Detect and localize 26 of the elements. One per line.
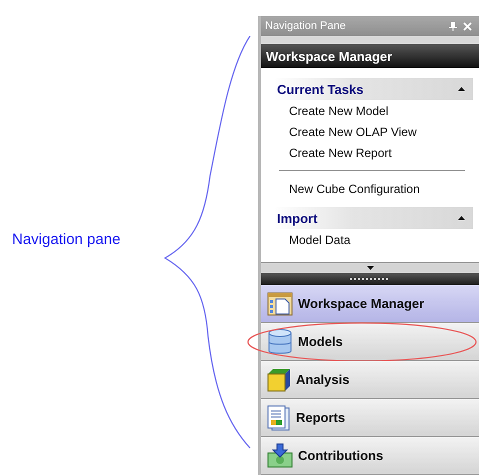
task-link[interactable]: Create New Model [273,100,473,121]
window-document-icon [267,290,293,316]
expand-caret-icon [366,266,374,270]
pane-title: Navigation Pane [265,20,347,32]
pane-splitter[interactable] [261,273,479,285]
annotation-label: Navigation pane [12,231,120,248]
scroll-down-button[interactable] [261,262,479,273]
task-link[interactable]: Create New Report [273,142,473,163]
pin-button[interactable] [446,22,460,30]
task-link[interactable]: Model Data [273,229,473,250]
nav-button[interactable]: Models [261,323,479,361]
workspace-header: Workspace Manager [261,44,479,68]
nav-button[interactable]: Contributions [261,437,479,475]
pin-icon [449,22,457,30]
nav-button[interactable]: Workspace Manager [261,285,479,323]
database-cylinder-icon [267,328,293,356]
collapse-caret-icon [458,87,465,91]
nav-button[interactable]: Reports [261,399,479,437]
report-pages-icon [267,404,291,430]
collapse-caret-icon [458,216,465,220]
task-link[interactable]: New Cube Configuration [273,178,473,199]
money-download-icon [267,442,293,468]
close-icon [463,22,472,30]
cube-icon [267,368,291,392]
nav-button[interactable]: Analysis [261,361,479,399]
task-link[interactable]: Create New OLAP View [273,121,473,142]
